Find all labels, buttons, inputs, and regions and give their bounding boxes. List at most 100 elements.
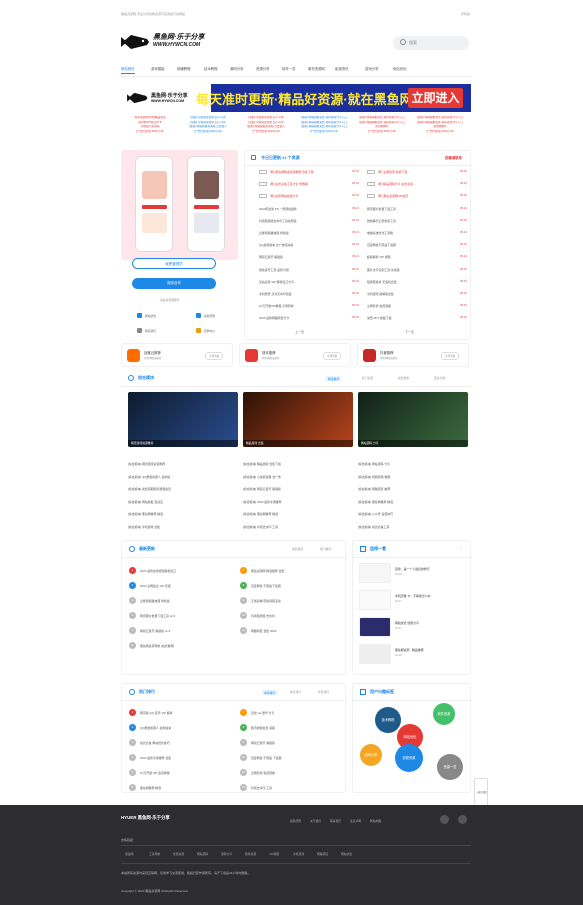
business-coop-button[interactable]: 商务合作 bbox=[132, 278, 216, 289]
featured-tab[interactable]: 最新发布 bbox=[398, 376, 409, 380]
today-row[interactable]: QQ最新版本 去广告纯净版 05-01 bbox=[259, 243, 364, 248]
banner-enter-button[interactable]: 立即进入 bbox=[408, 88, 463, 108]
ranked-item[interactable]: 2 QQ群发机器人 最新版本 bbox=[129, 724, 229, 732]
today-row[interactable]: [荐] 精品源码分享 站长必备 05-01 bbox=[367, 182, 472, 187]
footer-top-link[interactable]: 联系我们 bbox=[330, 819, 341, 823]
today-row[interactable]: 10元开通VIP教程 亲测有效 05-01 bbox=[259, 304, 364, 309]
app-card[interactable]: 快手推荐 黑鱼网精选推荐 立即查看 bbox=[239, 343, 351, 367]
footer-top-link[interactable]: 网站地图 bbox=[370, 819, 381, 823]
app-view-button[interactable]: 立即查看 bbox=[205, 352, 224, 360]
friend-link[interactable]: VIP视频 bbox=[269, 852, 279, 856]
nav-item[interactable]: 网站优化 bbox=[393, 66, 407, 71]
interest-tag-bubble[interactable]: 影视资源 bbox=[395, 744, 423, 772]
recommend-item[interactable]: 黑鱼网资源 · 精品推荐 02-18 bbox=[359, 644, 467, 666]
search-icon[interactable] bbox=[400, 39, 406, 45]
ad-link[interactable]: [广告位]招租 3000元/年 bbox=[411, 130, 469, 135]
ad-link[interactable]: [赞助] 网站模板免费 源码资源分享入口 bbox=[295, 125, 353, 130]
featured-link[interactable]: [综合模块] 站长必备工具 bbox=[358, 525, 466, 529]
hot-tab[interactable]: 本周排行 bbox=[262, 690, 278, 695]
ad-link[interactable]: [广告位]招租 3000元/年 bbox=[353, 130, 411, 135]
featured-link[interactable]: [综合模块] 网赚项目 推荐 bbox=[358, 487, 466, 491]
today-row[interactable]: 某站资源 VIP 解析接口分享 05-01 bbox=[259, 280, 364, 285]
nav-item[interactable]: 影视资讯 bbox=[335, 66, 349, 71]
featured-link[interactable]: [综合模块] 网站模板 自适应 bbox=[128, 500, 236, 504]
nav-item[interactable]: 资源分享 bbox=[256, 66, 270, 71]
today-row[interactable]: 网易云音乐 解锁版 05-01 bbox=[259, 255, 364, 260]
today-row[interactable]: 2020年最新 PS 一键调色插件 05-01 bbox=[259, 207, 364, 212]
ranked-item[interactable]: 4 网页图片批量下载工具 v2.0 bbox=[129, 612, 229, 620]
featured-link[interactable]: [综合模块] 黑鱼网推荐 精选 bbox=[128, 512, 236, 516]
top-banner[interactable]: 黑鱼网·乐于分享 WWW.HYWCN.COM 每天准时更新·精品好资源·就在黑鱼… bbox=[121, 84, 471, 112]
nav-item[interactable]: 素材资源网 bbox=[308, 66, 325, 71]
friend-link[interactable]: 黑鱼网 bbox=[125, 852, 133, 856]
friend-link[interactable]: 网站优化 bbox=[341, 852, 352, 856]
recommend-item[interactable]: 手机流量 卡，不够用怎么办 02-27 bbox=[359, 590, 467, 612]
nav-item[interactable]: 源码分享 bbox=[230, 66, 244, 71]
admin-button[interactable]: 我是管理员 bbox=[132, 258, 216, 269]
footer-top-link[interactable]: 投稿须知 bbox=[290, 819, 301, 823]
today-row[interactable]: 百度网盘不限速下载器 05-01 bbox=[367, 243, 472, 248]
today-row[interactable]: 短视频素材 无版权合集 05-01 bbox=[367, 280, 472, 285]
featured-tab[interactable]: 热门资源 bbox=[362, 376, 373, 380]
today-row[interactable]: 手机游戏 破解版合集 05-01 bbox=[367, 292, 472, 297]
ranked-item[interactable]: 8 腾讯视频会员 领取 bbox=[240, 724, 340, 732]
ad-link[interactable]: [广告位]招租 3000元/年 bbox=[121, 130, 179, 135]
footer-top-link[interactable]: 免责声明 bbox=[350, 819, 361, 823]
featured-link[interactable]: [综合模块] 网易云音乐 解锁版 bbox=[243, 487, 351, 491]
ranked-item[interactable]: 11 网赚项目 合集 2020 bbox=[240, 627, 340, 635]
latest-tab-1[interactable]: 热门推荐 bbox=[320, 547, 331, 551]
featured-link[interactable]: [综合模块] 黑鱼网推荐 精选 bbox=[243, 512, 351, 516]
featured-link[interactable]: [综合模块] 手机游戏 合集 bbox=[128, 525, 236, 529]
today-row[interactable]: 抖音短视频去水印工具免费版 05-01 bbox=[259, 219, 364, 224]
recommend-item[interactable]: 自律，是一个人最好的修行 02-28 bbox=[359, 563, 467, 585]
today-row[interactable]: [荐] 最新网站模板分享 05-01 bbox=[259, 194, 364, 199]
recommend-item[interactable]: 网站优化 经验分享 02-27 bbox=[359, 617, 467, 639]
footer-top-link[interactable]: 关于我们 bbox=[310, 819, 321, 823]
nav-item[interactable]: 网站首页 bbox=[121, 66, 135, 74]
today-row[interactable]: 超级解析 VIP 视频 05-01 bbox=[367, 255, 472, 260]
featured-thumbnail[interactable]: 网站源码 分享 bbox=[358, 392, 468, 447]
today-row[interactable]: [荐] 黑鱼网精选资源推荐 合集下载 05-01 bbox=[259, 170, 364, 175]
today-row[interactable]: 网页图片批量下载工具 05-01 bbox=[367, 207, 472, 212]
ranked-item[interactable]: 2 2020 全网最全 VIP 影视 bbox=[129, 582, 229, 590]
latest-tab-0[interactable]: 最新更新 bbox=[292, 547, 303, 551]
friend-link[interactable]: 网站源码 bbox=[197, 852, 208, 856]
today-row[interactable]: [荐] 站长必备工具大全 附教程 05-01 bbox=[259, 182, 364, 187]
search-input[interactable]: 搜索 bbox=[409, 40, 417, 46]
today-row[interactable]: 微信多开工具 最新可用 05-01 bbox=[259, 268, 364, 273]
prev-page-button[interactable]: 上一页 bbox=[295, 330, 304, 334]
featured-link[interactable]: [综合模块] 网页游戏资源推荐 bbox=[128, 462, 236, 466]
ranked-item[interactable]: 11 全网影视 免费观看 bbox=[240, 769, 340, 777]
featured-tab[interactable]: 精选推荐 bbox=[326, 376, 342, 381]
ranked-item[interactable]: 9 网易云音乐 解锁版 bbox=[240, 739, 340, 747]
ad-link[interactable]: [广告位]招租 3000元/年 bbox=[295, 130, 353, 135]
featured-link[interactable]: [综合模块] 小说阅读器 去广告 bbox=[243, 475, 351, 479]
featured-thumbnail[interactable]: 精品游戏 合集 bbox=[243, 392, 353, 447]
weibo-icon[interactable] bbox=[440, 815, 449, 824]
ranked-item[interactable]: 8 百度网盘 不限速下载器 bbox=[240, 582, 340, 590]
nav-item[interactable]: 游戏模板 bbox=[151, 66, 165, 71]
today-row[interactable]: 图片文字识别工具 离线版 05-01 bbox=[367, 268, 472, 273]
app-card[interactable]: 百度云推荐 黑鱼网精选推荐 立即查看 bbox=[121, 343, 233, 367]
ranked-item[interactable]: 9 王者荣耀 皮肤领取活动 bbox=[240, 597, 340, 605]
ranked-item[interactable]: 3 全能视频播放器 绿色版 bbox=[129, 597, 229, 605]
app-promo-card[interactable] bbox=[121, 150, 238, 260]
search-box[interactable]: 搜索 bbox=[393, 36, 469, 50]
ranked-item[interactable]: 6 黑鱼网资源导航 [站长推荐] bbox=[129, 642, 229, 650]
app-card[interactable]: 抖音推荐 黑鱼网精选推荐 立即查看 bbox=[357, 343, 469, 367]
featured-tab[interactable]: 更多分类 bbox=[434, 376, 445, 380]
today-row[interactable]: 微信聊天记录恢复工具 05-01 bbox=[367, 219, 472, 224]
ranked-item[interactable]: 3 站长必备 网站优化技巧 bbox=[129, 739, 229, 747]
featured-link[interactable]: [综合模块] 公众号 运营技巧 bbox=[358, 512, 466, 516]
submit-link[interactable]: 投稿请联系 bbox=[445, 155, 462, 160]
featured-link[interactable]: [综合模块] 黑鱼网推荐 精选 bbox=[358, 500, 466, 504]
today-row[interactable]: 全网影视 免费观看 05-01 bbox=[367, 304, 472, 309]
friend-link[interactable]: 网赚项目 bbox=[317, 852, 328, 856]
friend-link[interactable]: 软件资源 bbox=[245, 852, 256, 856]
next-page-button[interactable]: 下一页 bbox=[405, 330, 414, 334]
ranked-item[interactable]: 7 黑鱼资源网 精选推荐 合集 bbox=[240, 567, 340, 575]
today-row[interactable]: 免费 PPT 模板下载 05-01 bbox=[367, 316, 472, 321]
app-view-button[interactable]: 立即查看 bbox=[323, 352, 342, 360]
interest-tag-bubble[interactable]: 资源一览 bbox=[437, 754, 463, 780]
wechat-icon[interactable] bbox=[458, 815, 467, 824]
